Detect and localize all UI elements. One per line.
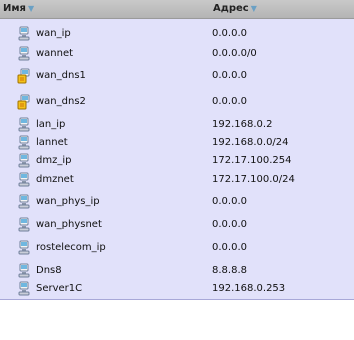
row-name: wan_ip [36,28,71,39]
row-address: 192.168.0.2 [212,119,273,130]
column-header-name[interactable]: Имя ▼ [3,0,34,18]
dns-warning-icon [16,68,32,84]
row-name: dmz_ip [36,155,72,166]
host-icon [16,263,32,279]
row-address: 8.8.8.8 [212,265,247,276]
row-name: lan_ip [36,119,66,130]
row-address: 0.0.0.0 [212,242,247,253]
row-name: dmznet [36,174,74,185]
row-name: wan_physnet [36,219,102,230]
row-name: wan_phys_ip [36,196,100,207]
host-icon [16,135,32,151]
host-icon [16,26,32,42]
sort-arrow-icon[interactable]: ▼ [251,4,257,13]
column-name-label: Имя [3,3,26,14]
host-icon [16,153,32,169]
sort-arrow-icon[interactable]: ▼ [28,4,34,13]
row-address: 0.0.0.0 [212,219,247,230]
row-name: wannet [36,48,74,59]
row-address: 192.168.0.0/24 [212,137,289,148]
row-address: 192.168.0.253 [212,283,286,294]
row-address: 0.0.0.0 [212,28,247,39]
row-name: Dns8 [36,265,62,276]
host-icon [16,217,32,233]
address-objects-table: Имя ▼ Адрес ▼ wan_ip 0.0.0.0 wannet 0.0.0.… [0,0,354,300]
row-name: Server1C [36,283,83,294]
host-icon [16,240,32,256]
column-address-label: Адрес [213,3,249,14]
row-address: 0.0.0.0 [212,70,247,81]
row-name: wan_dns2 [36,96,86,107]
table-body: wan_ip 0.0.0.0 wannet 0.0.0.0/0 wan_dns1… [0,19,354,300]
row-address: 0.0.0.0 [212,196,247,207]
row-address: 0.0.0.0/0 [212,48,257,59]
row-name: wan_dns1 [36,70,86,81]
host-icon [16,117,32,133]
row-name: lannet [36,137,68,148]
row-address: 0.0.0.0 [212,96,247,107]
host-icon [16,172,32,188]
host-icon [16,281,32,297]
row-address: 172.17.100.254 [212,155,292,166]
host-icon [16,194,32,210]
table-header: Имя ▼ Адрес ▼ [0,0,354,19]
row-address: 172.17.100.0/24 [212,174,295,185]
host-icon [16,46,32,62]
row-name: rostelecom_ip [36,242,106,253]
column-header-address[interactable]: Адрес ▼ [213,0,257,18]
dns-warning-icon [16,94,32,110]
